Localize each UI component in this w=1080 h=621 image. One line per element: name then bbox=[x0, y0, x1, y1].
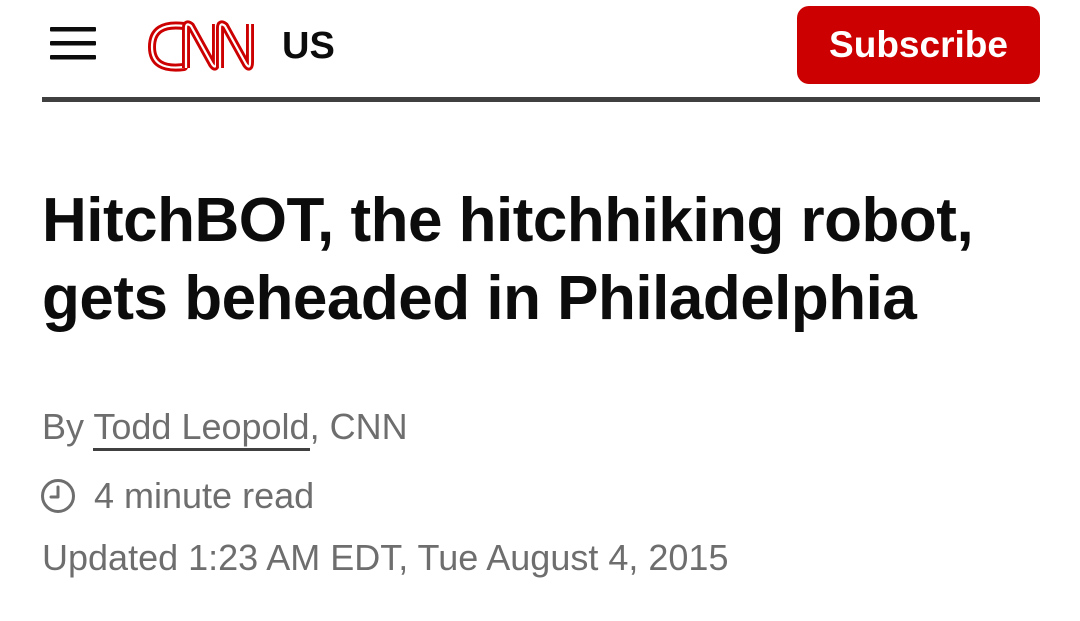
hamburger-menu-icon bbox=[50, 23, 96, 63]
header-divider bbox=[42, 97, 1040, 102]
menu-button[interactable] bbox=[50, 23, 96, 63]
cnn-home-link[interactable]: US bbox=[146, 16, 346, 76]
site-header: US Subscribe bbox=[42, 0, 1040, 100]
cnn-logo bbox=[146, 16, 270, 76]
clock-icon bbox=[40, 478, 76, 514]
author-link[interactable]: Todd Leopold bbox=[93, 406, 310, 451]
byline: By Todd Leopold, CNN bbox=[42, 405, 408, 451]
edition-label: US bbox=[282, 25, 335, 67]
article-page: US Subscribe HitchBOT, the hitchhiking r… bbox=[0, 0, 1080, 621]
updated-timestamp: Updated 1:23 AM EDT, Tue August 4, 2015 bbox=[42, 537, 729, 578]
byline-source: , CNN bbox=[309, 406, 408, 447]
read-time: 4 minute read bbox=[40, 474, 314, 518]
subscribe-button[interactable]: Subscribe bbox=[797, 6, 1040, 84]
byline-prefix: By bbox=[42, 406, 94, 447]
read-time-label: 4 minute read bbox=[94, 475, 315, 516]
article-headline: HitchBOT, the hitchhiking robot, gets be… bbox=[42, 186, 974, 333]
